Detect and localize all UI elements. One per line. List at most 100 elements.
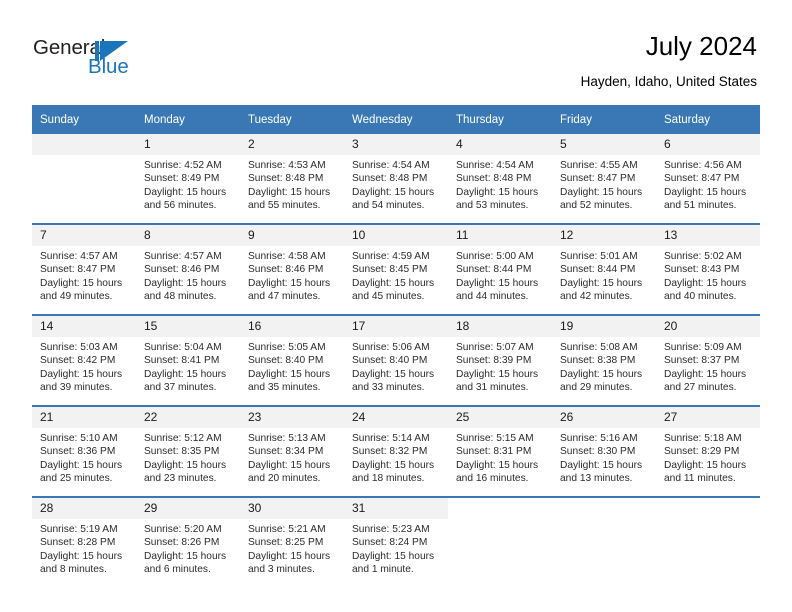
day-info: Sunrise: 5:14 AM Sunset: 8:32 PM Daylight:… <box>344 428 448 486</box>
sunset-text: Sunset: 8:42 PM <box>40 355 116 367</box>
day-cell-inner: 31 Sunrise: 5:23 AM Sunset: 8:24 PM Dayligh… <box>344 498 448 587</box>
calendar-day-cell[interactable]: 13 Sunrise: 5:02 AM Sunset: 8:43 PM Dayligh… <box>656 225 760 314</box>
day-info: Sunrise: 5:01 AM Sunset: 8:44 PM Daylight:… <box>552 246 656 304</box>
calendar-day-cell[interactable]: 26 Sunrise: 5:16 AM Sunset: 8:30 PM Dayligh… <box>552 407 656 496</box>
day-cell-inner: 3 Sunrise: 4:54 AM Sunset: 8:48 PM Daylight… <box>344 134 448 223</box>
sunset-text: Sunset: 8:40 PM <box>352 355 428 367</box>
calendar-day-cell[interactable]: 6 Sunrise: 4:56 AM Sunset: 8:47 PM Daylight… <box>656 134 760 223</box>
sunset-text: Sunset: 8:39 PM <box>456 355 532 367</box>
day-cell-inner: 19 Sunrise: 5:08 AM Sunset: 8:38 PM Dayligh… <box>552 316 656 405</box>
day-number: 9 <box>240 225 344 246</box>
sunset-text: Sunset: 8:32 PM <box>352 446 428 458</box>
calendar-day-cell[interactable]: 17 Sunrise: 5:06 AM Sunset: 8:40 PM Dayligh… <box>344 316 448 405</box>
day-number <box>552 498 656 519</box>
day-info: Sunrise: 5:04 AM Sunset: 8:41 PM Daylight:… <box>136 337 240 395</box>
calendar-day-cell[interactable]: 3 Sunrise: 4:54 AM Sunset: 8:48 PM Daylight… <box>344 134 448 223</box>
calendar-day-cell[interactable]: 2 Sunrise: 4:53 AM Sunset: 8:48 PM Daylight… <box>240 134 344 223</box>
sunset-text: Sunset: 8:31 PM <box>456 446 532 458</box>
day-info: Sunrise: 4:53 AM Sunset: 8:48 PM Daylight:… <box>240 155 344 213</box>
calendar-day-cell[interactable]: 1 Sunrise: 4:52 AM Sunset: 8:49 PM Daylight… <box>136 134 240 223</box>
day-number <box>32 134 136 155</box>
daylight-text-line2: and 47 minutes. <box>248 291 321 303</box>
calendar-day-cell[interactable]: 11 Sunrise: 5:00 AM Sunset: 8:44 PM Dayligh… <box>448 225 552 314</box>
calendar-day-cell[interactable]: 18 Sunrise: 5:07 AM Sunset: 8:39 PM Dayligh… <box>448 316 552 405</box>
day-cell-inner: 14 Sunrise: 5:03 AM Sunset: 8:42 PM Dayligh… <box>32 316 136 405</box>
calendar-day-cell[interactable]: 9 Sunrise: 4:58 AM Sunset: 8:46 PM Daylight… <box>240 225 344 314</box>
day-info: Sunrise: 5:18 AM Sunset: 8:29 PM Daylight:… <box>656 428 760 486</box>
day-cell-inner: 16 Sunrise: 5:05 AM Sunset: 8:40 PM Dayligh… <box>240 316 344 405</box>
calendar-empty-cell <box>552 498 656 587</box>
sunrise-text: Sunrise: 5:23 AM <box>352 524 430 535</box>
calendar-day-cell[interactable]: 25 Sunrise: 5:15 AM Sunset: 8:31 PM Dayligh… <box>448 407 552 496</box>
day-number: 23 <box>240 407 344 428</box>
logo-text-blue: Blue <box>88 55 129 78</box>
daylight-text-line2: and 29 minutes. <box>560 382 633 394</box>
calendar-day-cell[interactable]: 7 Sunrise: 4:57 AM Sunset: 8:47 PM Daylight… <box>32 225 136 314</box>
sunrise-text: Sunrise: 4:59 AM <box>352 251 430 262</box>
day-cell-inner <box>552 498 656 587</box>
day-number: 20 <box>656 316 760 337</box>
calendar-day-cell[interactable]: 30 Sunrise: 5:21 AM Sunset: 8:25 PM Dayligh… <box>240 498 344 587</box>
sunset-text: Sunset: 8:48 PM <box>456 173 532 185</box>
calendar-day-cell[interactable]: 27 Sunrise: 5:18 AM Sunset: 8:29 PM Dayligh… <box>656 407 760 496</box>
daylight-text-line2: and 53 minutes. <box>456 200 529 212</box>
calendar-day-cell[interactable]: 5 Sunrise: 4:55 AM Sunset: 8:47 PM Daylight… <box>552 134 656 223</box>
calendar-day-cell[interactable]: 28 Sunrise: 5:19 AM Sunset: 8:28 PM Dayligh… <box>32 498 136 587</box>
day-info: Sunrise: 4:59 AM Sunset: 8:45 PM Daylight:… <box>344 246 448 304</box>
calendar-day-cell[interactable]: 12 Sunrise: 5:01 AM Sunset: 8:44 PM Dayligh… <box>552 225 656 314</box>
calendar-day-cell[interactable]: 29 Sunrise: 5:20 AM Sunset: 8:26 PM Dayligh… <box>136 498 240 587</box>
daylight-text-line1: Daylight: 15 hours <box>456 186 539 198</box>
daylight-text-line2: and 13 minutes. <box>560 473 633 485</box>
weekday-header-monday: Monday <box>136 105 240 134</box>
sunset-text: Sunset: 8:34 PM <box>248 446 324 458</box>
sunrise-text: Sunrise: 5:10 AM <box>40 433 118 444</box>
day-number: 16 <box>240 316 344 337</box>
day-number: 7 <box>32 225 136 246</box>
calendar-page: General Blue July 2024 Hayden, Idaho, Un… <box>0 0 792 612</box>
day-number: 19 <box>552 316 656 337</box>
daylight-text-line2: and 33 minutes. <box>352 382 425 394</box>
day-cell-inner: 27 Sunrise: 5:18 AM Sunset: 8:29 PM Dayligh… <box>656 407 760 496</box>
daylight-text-line1: Daylight: 15 hours <box>560 368 643 380</box>
sunset-text: Sunset: 8:28 PM <box>40 537 116 549</box>
calendar-day-cell[interactable]: 4 Sunrise: 4:54 AM Sunset: 8:48 PM Daylight… <box>448 134 552 223</box>
sunset-text: Sunset: 8:24 PM <box>352 537 428 549</box>
daylight-text-line1: Daylight: 15 hours <box>664 368 747 380</box>
day-cell-inner: 17 Sunrise: 5:06 AM Sunset: 8:40 PM Dayligh… <box>344 316 448 405</box>
calendar-day-cell[interactable]: 19 Sunrise: 5:08 AM Sunset: 8:38 PM Dayligh… <box>552 316 656 405</box>
day-number: 3 <box>344 134 448 155</box>
calendar-day-cell[interactable]: 20 Sunrise: 5:09 AM Sunset: 8:37 PM Dayligh… <box>656 316 760 405</box>
general-blue-logo[interactable]: General Blue <box>33 36 233 86</box>
daylight-text-line1: Daylight: 15 hours <box>560 186 643 198</box>
daylight-text-line1: Daylight: 15 hours <box>144 277 227 289</box>
calendar-day-cell[interactable]: 22 Sunrise: 5:12 AM Sunset: 8:35 PM Dayligh… <box>136 407 240 496</box>
page-title: July 2024 <box>645 31 757 61</box>
day-number: 31 <box>344 498 448 519</box>
calendar-day-cell[interactable]: 21 Sunrise: 5:10 AM Sunset: 8:36 PM Dayligh… <box>32 407 136 496</box>
day-info: Sunrise: 5:09 AM Sunset: 8:37 PM Daylight:… <box>656 337 760 395</box>
sunset-text: Sunset: 8:37 PM <box>664 355 740 367</box>
day-number: 6 <box>656 134 760 155</box>
calendar-day-cell[interactable]: 10 Sunrise: 4:59 AM Sunset: 8:45 PM Dayligh… <box>344 225 448 314</box>
day-number <box>448 498 552 519</box>
day-cell-inner: 20 Sunrise: 5:09 AM Sunset: 8:37 PM Dayligh… <box>656 316 760 405</box>
day-cell-inner: 24 Sunrise: 5:14 AM Sunset: 8:32 PM Dayligh… <box>344 407 448 496</box>
calendar-day-cell[interactable]: 23 Sunrise: 5:13 AM Sunset: 8:34 PM Dayligh… <box>240 407 344 496</box>
calendar-day-cell[interactable]: 16 Sunrise: 5:05 AM Sunset: 8:40 PM Dayligh… <box>240 316 344 405</box>
sunset-text: Sunset: 8:44 PM <box>456 264 532 276</box>
sunset-text: Sunset: 8:48 PM <box>248 173 324 185</box>
calendar-week-row: 7 Sunrise: 4:57 AM Sunset: 8:47 PM Daylight… <box>32 225 760 314</box>
calendar-day-cell[interactable]: 31 Sunrise: 5:23 AM Sunset: 8:24 PM Dayligh… <box>344 498 448 587</box>
sunrise-text: Sunrise: 4:52 AM <box>144 160 222 171</box>
day-info: Sunrise: 5:13 AM Sunset: 8:34 PM Daylight:… <box>240 428 344 486</box>
calendar-table: Sunday Monday Tuesday Wednesday Thursday… <box>32 105 760 587</box>
calendar-day-cell[interactable]: 15 Sunrise: 5:04 AM Sunset: 8:41 PM Dayligh… <box>136 316 240 405</box>
calendar-day-cell[interactable]: 14 Sunrise: 5:03 AM Sunset: 8:42 PM Dayligh… <box>32 316 136 405</box>
day-number: 26 <box>552 407 656 428</box>
calendar-day-cell[interactable]: 24 Sunrise: 5:14 AM Sunset: 8:32 PM Dayligh… <box>344 407 448 496</box>
sunset-text: Sunset: 8:48 PM <box>352 173 428 185</box>
sunrise-text: Sunrise: 5:02 AM <box>664 251 742 262</box>
sunset-text: Sunset: 8:25 PM <box>248 537 324 549</box>
calendar-day-cell[interactable]: 8 Sunrise: 4:57 AM Sunset: 8:46 PM Daylight… <box>136 225 240 314</box>
day-number: 4 <box>448 134 552 155</box>
